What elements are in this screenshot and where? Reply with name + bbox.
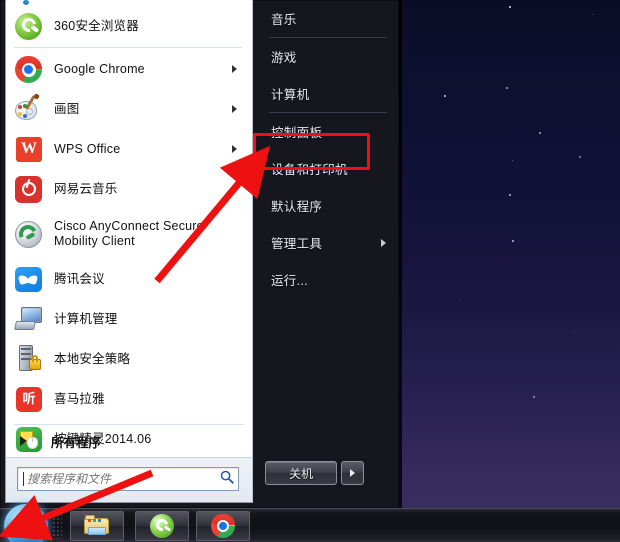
list-item-wps-office[interactable]: W WPS Office [6,129,252,169]
menu-item-label: 设备和打印机 [271,163,348,177]
menu-item-devices-and-printers[interactable]: 设备和打印机 [253,150,399,187]
360-browser-icon [14,11,44,41]
start-menu-places-pane[interactable]: 音乐 游戏 计算机 控制面板 设备和打印机 默认程序 管理工具 运行... 关机 [253,0,399,503]
cisco-anyconnect-icon [14,219,44,249]
shutdown-options-button[interactable] [341,461,364,485]
star [574,330,576,332]
file-explorer-icon [84,515,110,537]
menu-item-label: 默认程序 [271,200,323,214]
menu-item-label: 管理工具 [271,237,323,251]
list-item-paint[interactable]: 画图 [6,89,252,129]
menu-item-control-panel[interactable]: 控制面板 [253,113,399,150]
menu-item-label: 游戏 [271,51,297,65]
submenu-arrow-icon [232,145,242,153]
list-item-label: 本地安全策略 [54,351,131,366]
all-programs-button[interactable]: 所有程序 [6,425,252,457]
list-item-label: Cisco AnyConnect Secure Mobility Client [54,219,204,248]
list-item-google-chrome[interactable]: Google Chrome [6,49,252,89]
start-menu-programs-pane[interactable]: 360安全浏览器 Google Chrome 画图 W WPS Office 网… [5,0,253,503]
menu-item-label: 音乐 [271,13,297,27]
shutdown-label: 关机 [288,466,313,481]
menu-item-music[interactable]: 音乐 [253,0,399,37]
star [512,160,514,162]
right-triangle-icon [20,436,27,446]
menu-item-games[interactable]: 游戏 [253,38,399,75]
star [533,396,535,398]
star [512,240,514,242]
list-item-computer-management[interactable]: 计算机管理 [6,299,252,339]
shutdown-row: 关机 [253,459,399,487]
desktop-left-edge [399,0,402,542]
desktop-wallpaper[interactable] [399,0,620,542]
shutdown-button[interactable]: 关机 [265,461,337,485]
wps-office-icon: W [14,134,44,164]
tencent-meeting-icon [14,264,44,294]
all-programs-label: 所有程序 [51,435,102,450]
star [506,87,508,89]
divider [14,47,242,48]
taskbar-grip [52,513,62,539]
star [579,156,581,158]
list-item-label: 网易云音乐 [54,181,118,196]
list-item-label: WPS Office [54,141,121,156]
menu-item-run[interactable]: 运行... [253,261,399,298]
ie-360-browser-icon [150,514,174,538]
submenu-arrow-icon [381,238,389,247]
taskbar[interactable] [0,504,620,542]
list-item-local-security-policy[interactable]: 本地安全策略 [6,339,252,379]
submenu-arrow-icon [232,65,242,73]
menu-item-label: 控制面板 [271,126,323,140]
star [539,132,541,134]
menu-item-label: 运行... [271,274,308,288]
search-input[interactable] [24,472,216,486]
ximalaya-icon: 听 [14,384,44,414]
search-box[interactable] [17,467,239,491]
netease-music-icon [14,174,44,204]
chrome-icon [14,54,44,84]
menu-item-default-programs[interactable]: 默认程序 [253,187,399,224]
list-item-cisco-anyconnect[interactable]: Cisco AnyConnect Secure Mobility Client [6,209,252,259]
list-item-label: 喜马拉雅 [54,391,105,406]
star [509,194,511,196]
program-list: 360安全浏览器 Google Chrome 画图 W WPS Office 网… [6,0,252,459]
list-item-label: 360安全浏览器 [54,18,139,33]
list-item-tencent-meeting[interactable]: 腾讯会议 [6,259,252,299]
list-item-netease-music[interactable]: 网易云音乐 [6,169,252,209]
menu-item-label: 计算机 [271,88,310,102]
paint-icon [14,93,44,124]
taskbar-button-browser[interactable] [135,511,189,541]
taskbar-button-file-explorer[interactable] [70,511,124,541]
star [459,300,461,302]
computer-management-icon [14,304,44,334]
menu-item-administrative-tools[interactable]: 管理工具 [253,224,399,261]
list-item-label: 计算机管理 [54,311,118,326]
list-item-label: Google Chrome [54,61,145,76]
star [509,6,512,9]
start-menu[interactable]: 360安全浏览器 Google Chrome 画图 W WPS Office 网… [0,0,399,508]
windows-start-orb-icon[interactable] [4,504,48,542]
taskbar-button-chrome[interactable] [196,511,250,541]
search-icon[interactable] [216,470,238,489]
screen: 360安全浏览器 Google Chrome 画图 W WPS Office 网… [0,0,620,542]
search-area [6,457,252,502]
chevron-right-icon [350,469,355,477]
windows-logo [15,515,37,537]
star [444,95,447,98]
star [593,14,595,16]
list-item-label: 画图 [54,101,80,116]
local-security-policy-icon [14,344,44,374]
list-item-ximalaya[interactable]: 听 喜马拉雅 [6,379,252,419]
menu-item-computer[interactable]: 计算机 [253,75,399,112]
chrome-icon [211,514,235,538]
submenu-arrow-icon [232,105,242,113]
list-item-360-browser[interactable]: 360安全浏览器 [6,6,252,46]
list-item-label: 腾讯会议 [54,271,105,286]
